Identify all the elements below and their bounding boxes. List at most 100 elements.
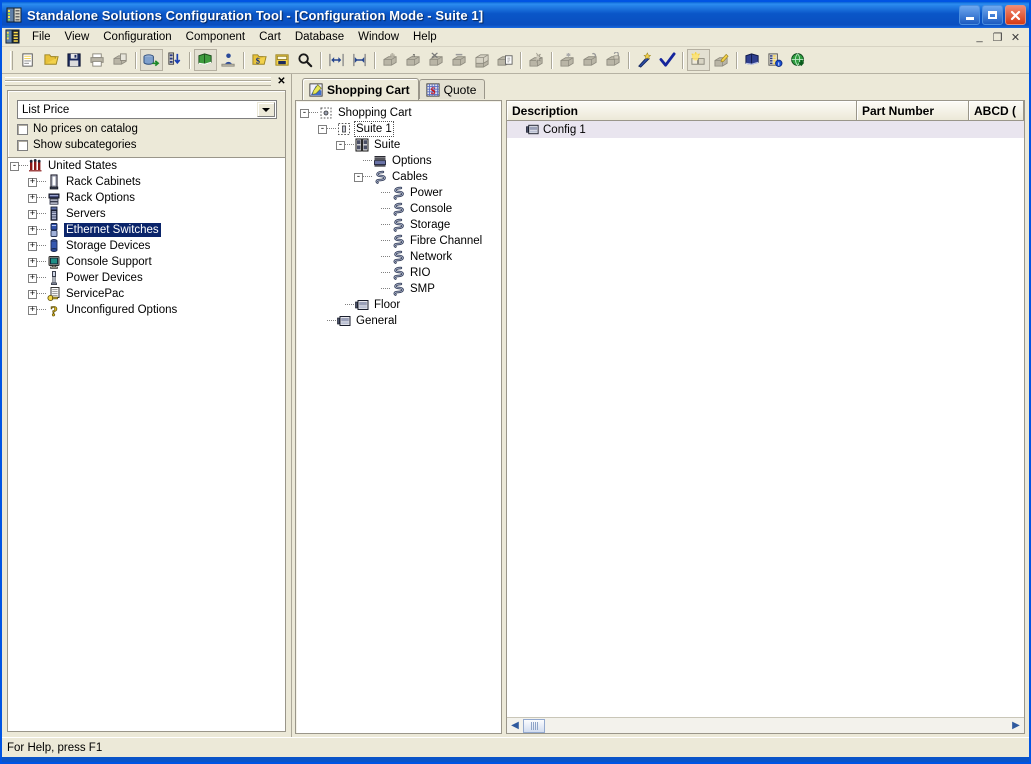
cart-tree-item-rio[interactable]: RIO xyxy=(296,265,501,281)
move-rack-icon[interactable] xyxy=(579,49,602,71)
edit-cart-icon[interactable] xyxy=(710,49,733,71)
cart-tree-item-cables[interactable]: - Cables xyxy=(296,169,501,185)
print-icon[interactable] xyxy=(86,49,109,71)
catalog-tree-item-console-support[interactable]: + Console Support xyxy=(8,254,285,270)
scroll-left-arrow-icon[interactable]: ◀ xyxy=(507,718,523,733)
find-search-icon[interactable] xyxy=(294,49,317,71)
help-book-icon[interactable] xyxy=(741,49,764,71)
cart-tree-item-network[interactable]: Network xyxy=(296,249,501,265)
mdi-restore-button[interactable]: ❐ xyxy=(991,31,1004,44)
cart-tree[interactable]: - Shopping Cart - Suite 1- Suite Options - Cabl… xyxy=(295,100,502,734)
cart-tree-item-options[interactable]: Options xyxy=(296,153,501,169)
panel-close-icon[interactable]: ✕ xyxy=(275,75,288,88)
open-cart-folder-icon[interactable]: $ xyxy=(248,49,271,71)
scrollbar-thumb[interactable] xyxy=(523,718,545,733)
catalog-tree-item-storage-devices[interactable]: + Storage Devices xyxy=(8,238,285,254)
lock-rack-icon[interactable] xyxy=(602,49,625,71)
close-button[interactable] xyxy=(1005,5,1026,25)
delete-rack-icon[interactable] xyxy=(448,49,471,71)
catalog-tree[interactable]: - United States + Rack Cabinets + Rack Option… xyxy=(8,157,285,731)
grid-column-header-description[interactable]: Description xyxy=(507,101,857,120)
cart-tree-item-general[interactable]: General xyxy=(296,313,501,329)
menu-item-database[interactable]: Database xyxy=(288,29,351,46)
panel-gripper[interactable]: ✕ xyxy=(2,74,291,89)
tree-expander-icon[interactable]: + xyxy=(28,209,37,219)
tree-expander-icon[interactable]: + xyxy=(28,289,37,299)
export-database-icon[interactable] xyxy=(140,49,163,71)
catalog-tree-item-servers[interactable]: + Servers xyxy=(8,206,285,222)
catalog-tree-item-rack-cabinets[interactable]: + Rack Cabinets xyxy=(8,174,285,190)
catalog-tree-root[interactable]: - United States xyxy=(8,158,285,174)
catalog-tree-item-rack-options[interactable]: + Rack Options xyxy=(8,190,285,206)
no-prices-on-catalog-checkbox[interactable]: No prices on catalog xyxy=(17,123,285,135)
tree-expander-icon[interactable]: + xyxy=(28,273,37,283)
grid-horizontal-scrollbar[interactable]: ◀ ▶ xyxy=(507,717,1024,733)
cart-tree-item-shopping-cart[interactable]: - Shopping Cart xyxy=(296,105,501,121)
cart-tree-item-suite-1[interactable]: - Suite 1 xyxy=(296,121,501,137)
menu-item-component[interactable]: Component xyxy=(179,29,252,46)
catalog-tree-item-unconfigured-options[interactable]: +? Unconfigured Options xyxy=(8,302,285,318)
mdi-close-button[interactable]: ✕ xyxy=(1009,31,1022,44)
cart-tree-item-storage[interactable]: Storage xyxy=(296,217,501,233)
minimize-button[interactable] xyxy=(959,5,980,25)
validate-check-icon[interactable] xyxy=(656,49,679,71)
cart-tree-item-console[interactable]: Console xyxy=(296,201,501,217)
new-icon[interactable] xyxy=(17,49,40,71)
tree-expander-icon[interactable]: - xyxy=(300,108,309,118)
grid-column-header-abcd[interactable]: ABCD ( xyxy=(969,101,1024,120)
tree-expander-icon[interactable]: + xyxy=(28,305,37,315)
about-icon[interactable]: i xyxy=(764,49,787,71)
cart-tree-item-smp[interactable]: SMP xyxy=(296,281,501,297)
catalog-tree-item-servicepac[interactable]: + ServicePac xyxy=(8,286,285,302)
web-update-icon[interactable] xyxy=(787,49,810,71)
print-preview-icon[interactable] xyxy=(109,49,132,71)
mdi-minimize-button[interactable]: _ xyxy=(973,31,986,43)
catalog-tree-item-ethernet-switches[interactable]: + Ethernet Switches xyxy=(8,222,285,238)
cart-tree-item-fibre-channel[interactable]: Fibre Channel xyxy=(296,233,501,249)
save-floppy-icon[interactable] xyxy=(63,49,86,71)
mdi-child-icon[interactable] xyxy=(5,29,21,45)
tree-expander-icon[interactable]: + xyxy=(28,193,37,203)
show-subcategories-checkbox[interactable]: Show subcategories xyxy=(17,139,285,151)
tree-expander-icon[interactable]: + xyxy=(28,241,37,251)
price-type-select[interactable]: List Price xyxy=(17,100,277,119)
tree-expander-icon[interactable]: - xyxy=(318,124,327,134)
scroll-right-arrow-icon[interactable]: ▶ xyxy=(1008,718,1024,733)
configure-rack-icon[interactable] xyxy=(525,49,548,71)
cart-tree-item-power[interactable]: Power xyxy=(296,185,501,201)
collapse-all-icon[interactable] xyxy=(348,49,371,71)
menu-item-configuration[interactable]: Configuration xyxy=(96,29,178,46)
table-row[interactable]: Config 1 xyxy=(507,121,1024,138)
tab-quote[interactable]: $ Quote xyxy=(418,79,486,99)
cart-tree-item-suite[interactable]: - Suite xyxy=(296,137,501,153)
menu-item-view[interactable]: View xyxy=(58,29,97,46)
copy-rack-icon[interactable] xyxy=(494,49,517,71)
menu-item-cart[interactable]: Cart xyxy=(252,29,288,46)
menu-item-help[interactable]: Help xyxy=(406,29,444,46)
catalog-tree-item-power-devices[interactable]: + Power Devices xyxy=(8,270,285,286)
menu-item-file[interactable]: File xyxy=(25,29,58,46)
grid-column-header-part-number[interactable]: Part Number xyxy=(857,101,969,120)
tab-shopping-cart[interactable]: Shopping Cart xyxy=(302,78,419,100)
save-cart-icon[interactable] xyxy=(271,49,294,71)
tree-expander-icon[interactable]: - xyxy=(10,161,19,171)
tree-expander-icon[interactable]: + xyxy=(28,257,37,267)
menu-item-window[interactable]: Window xyxy=(351,29,406,46)
tree-expander-icon[interactable]: + xyxy=(28,177,37,187)
open-folder-icon[interactable] xyxy=(40,49,63,71)
stack-racks-icon[interactable] xyxy=(471,49,494,71)
import-database-icon[interactable] xyxy=(163,49,186,71)
grid-body[interactable]: Config 1 xyxy=(507,121,1024,717)
add-rack-icon[interactable] xyxy=(379,49,402,71)
tree-expander-icon[interactable]: - xyxy=(336,140,345,150)
toolbar-gripper[interactable] xyxy=(10,50,13,70)
highlight-cart-icon[interactable] xyxy=(687,49,710,71)
chevron-down-icon[interactable] xyxy=(257,102,275,117)
wand-auto-configure-icon[interactable] xyxy=(633,49,656,71)
add-n-racks-icon[interactable]: n xyxy=(402,49,425,71)
expand-all-icon[interactable] xyxy=(325,49,348,71)
catalog-book-icon[interactable] xyxy=(194,49,217,71)
maximize-button[interactable] xyxy=(982,5,1003,25)
info-person-icon[interactable] xyxy=(217,49,240,71)
tree-expander-icon[interactable]: + xyxy=(28,225,37,235)
